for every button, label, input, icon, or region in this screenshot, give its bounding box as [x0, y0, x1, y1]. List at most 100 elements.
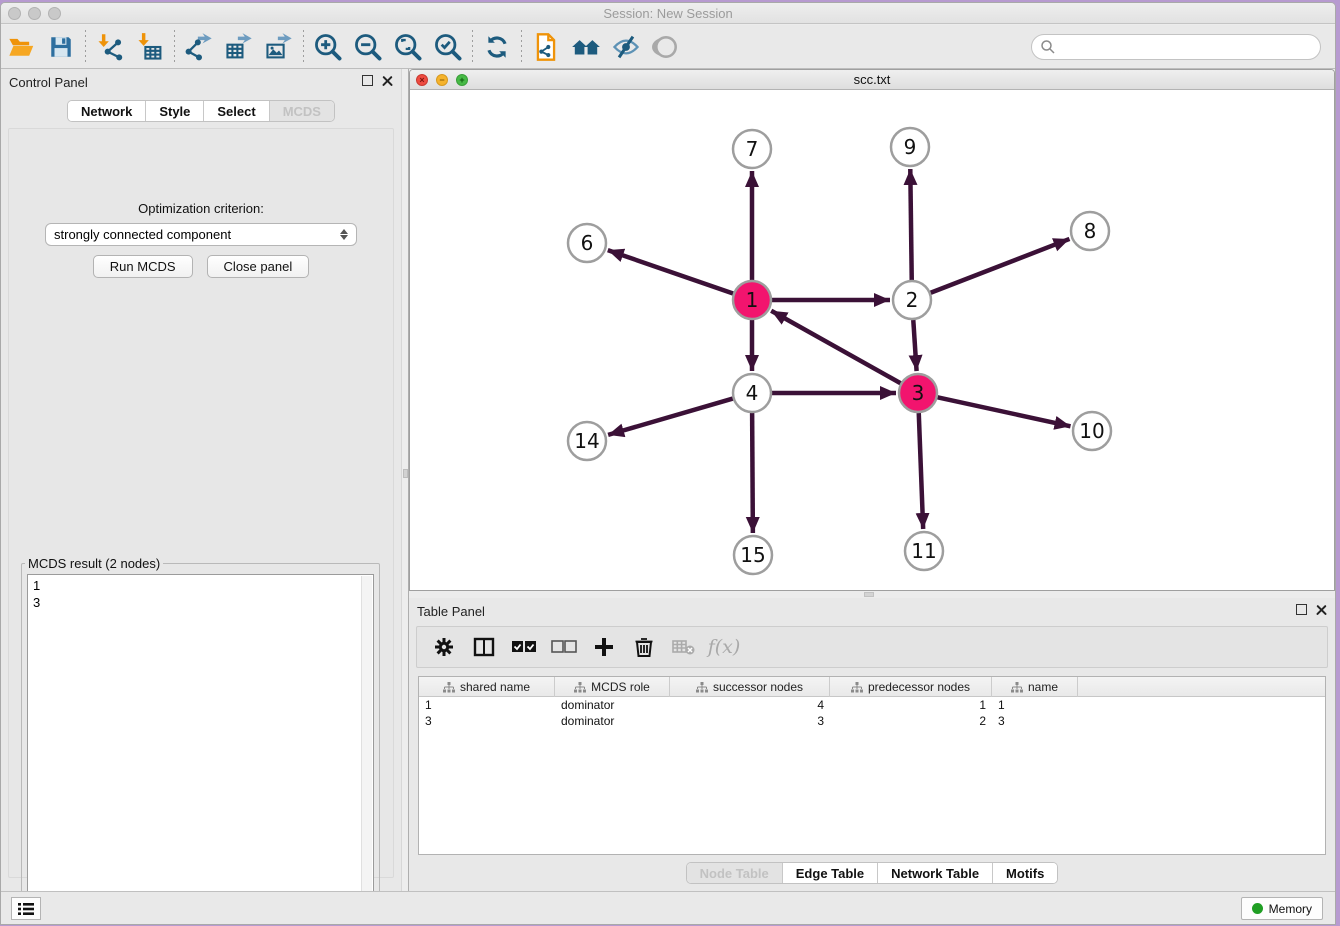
column-header-successor-nodes[interactable]: successor nodes	[670, 677, 830, 697]
node-label-15: 15	[740, 543, 765, 567]
splitter-grip[interactable]	[864, 592, 874, 597]
hierarchy-icon	[851, 682, 863, 693]
delete-table-button[interactable]	[669, 632, 699, 662]
zoom-selected-button[interactable]	[428, 29, 468, 65]
table-cell[interactable]: 2	[830, 713, 992, 729]
preview-button[interactable]	[646, 29, 686, 65]
edge-4-14[interactable]	[608, 399, 733, 435]
tab-motifs[interactable]: Motifs	[993, 863, 1057, 883]
vertical-splitter[interactable]	[401, 69, 409, 891]
table-cell[interactable]: 4	[670, 697, 830, 713]
edge-3-11[interactable]	[919, 413, 923, 529]
edge-4-15[interactable]	[752, 413, 753, 533]
export-table-button[interactable]	[219, 29, 259, 65]
node-label-1: 1	[746, 288, 759, 312]
table-cell[interactable]: 1	[419, 697, 555, 713]
apply-layout-button[interactable]	[477, 29, 517, 65]
hierarchy-icon	[696, 682, 708, 693]
tab-mcds[interactable]: MCDS	[270, 101, 334, 121]
memory-button[interactable]: Memory	[1241, 897, 1323, 920]
table-cell[interactable]: 1	[992, 697, 1078, 713]
optimization-criterion-select[interactable]: strongly connected component	[45, 223, 357, 246]
control-panel-tabs: NetworkStyleSelectMCDS	[67, 100, 335, 122]
node-label-11: 11	[911, 539, 936, 563]
table-row[interactable]: 1dominator411	[419, 697, 1325, 713]
clone-network-button[interactable]	[526, 29, 566, 65]
task-history-button[interactable]	[11, 897, 41, 920]
export-network-button[interactable]	[179, 29, 219, 65]
tab-edge-table[interactable]: Edge Table	[783, 863, 878, 883]
edge-1-6[interactable]	[608, 250, 733, 293]
column-header-shared-name[interactable]: shared name	[419, 677, 555, 697]
window-title: Session: New Session	[1, 6, 1335, 21]
tab-node-table[interactable]: Node Table	[687, 863, 783, 883]
checked-boxes-icon	[511, 639, 537, 655]
zoom-out-button[interactable]	[348, 29, 388, 65]
edge-3-10[interactable]	[938, 397, 1071, 426]
refresh-icon	[483, 33, 511, 61]
edge-2-8[interactable]	[931, 239, 1070, 293]
table-cell[interactable]: 3	[419, 713, 555, 729]
deselect-all-columns-button[interactable]	[549, 632, 579, 662]
table-cell[interactable]: 3	[992, 713, 1078, 729]
tab-select[interactable]: Select	[204, 101, 269, 121]
table-settings-button[interactable]	[429, 632, 459, 662]
status-bar: Memory	[1, 891, 1335, 924]
float-panel-icon[interactable]	[362, 75, 373, 86]
network-canvas[interactable]: 1234678910111415	[410, 90, 1334, 590]
table-cell[interactable]: 3	[670, 713, 830, 729]
horizontal-splitter[interactable]	[409, 591, 1335, 598]
home-button[interactable]	[566, 29, 606, 65]
edge-3-1[interactable]	[771, 311, 900, 383]
node-label-2: 2	[906, 288, 919, 312]
table-row[interactable]: 3dominator323	[419, 713, 1325, 729]
run-mcds-button[interactable]: Run MCDS	[93, 255, 193, 278]
tab-network-table[interactable]: Network Table	[878, 863, 993, 883]
table-cell[interactable]: 1	[830, 697, 992, 713]
table-cell[interactable]: dominator	[555, 713, 670, 729]
delete-columns-button[interactable]	[629, 632, 659, 662]
function-builder-button[interactable]: f(x)	[709, 632, 739, 662]
tab-style[interactable]: Style	[146, 101, 204, 121]
network-graph[interactable]: 1234678910111415	[410, 90, 1335, 591]
toolbar-separator	[85, 30, 86, 64]
toolbar-separator	[472, 30, 473, 64]
mcds-result-list[interactable]: 13	[27, 574, 374, 925]
home-icon	[570, 32, 602, 62]
close-panel-button[interactable]: Close panel	[207, 255, 310, 278]
close-panel-icon[interactable]	[382, 75, 393, 86]
search-input[interactable]	[1056, 36, 1320, 58]
table-panel-title: Table Panel	[417, 604, 485, 619]
node-label-8: 8	[1084, 219, 1097, 243]
column-layout-button[interactable]	[469, 632, 499, 662]
table-cell[interactable]: dominator	[555, 697, 670, 713]
open-session-button[interactable]	[1, 29, 41, 65]
create-column-button[interactable]	[589, 632, 619, 662]
zoom-in-button[interactable]	[308, 29, 348, 65]
export-image-button[interactable]	[259, 29, 299, 65]
edge-2-9[interactable]	[910, 169, 911, 280]
node-label-9: 9	[904, 135, 917, 159]
hierarchy-icon	[443, 682, 455, 693]
import-table-button[interactable]	[130, 29, 170, 65]
open-folder-icon	[7, 33, 35, 61]
splitter-grip[interactable]	[403, 469, 408, 478]
edge-2-3[interactable]	[913, 320, 916, 371]
hide-panel-button[interactable]	[606, 29, 646, 65]
save-session-button[interactable]	[41, 29, 81, 65]
result-scrollbar[interactable]	[361, 576, 372, 925]
column-header-MCDS-role[interactable]: MCDS role	[555, 677, 670, 697]
column-header-name[interactable]: name	[992, 677, 1078, 697]
close-panel-icon[interactable]	[1316, 604, 1327, 615]
save-icon	[48, 34, 74, 60]
mcds-result-title: MCDS result (2 nodes)	[25, 556, 163, 571]
tab-network[interactable]: Network	[68, 101, 146, 121]
zoom-fit-button[interactable]	[388, 29, 428, 65]
select-all-columns-button[interactable]	[509, 632, 539, 662]
column-header-predecessor-nodes[interactable]: predecessor nodes	[830, 677, 992, 697]
import-network-button[interactable]	[90, 29, 130, 65]
float-panel-icon[interactable]	[1296, 604, 1307, 615]
search-box[interactable]	[1031, 34, 1321, 60]
mcds-result-item: 1	[33, 577, 368, 594]
node-table[interactable]: shared nameMCDS rolesuccessor nodesprede…	[418, 676, 1326, 855]
